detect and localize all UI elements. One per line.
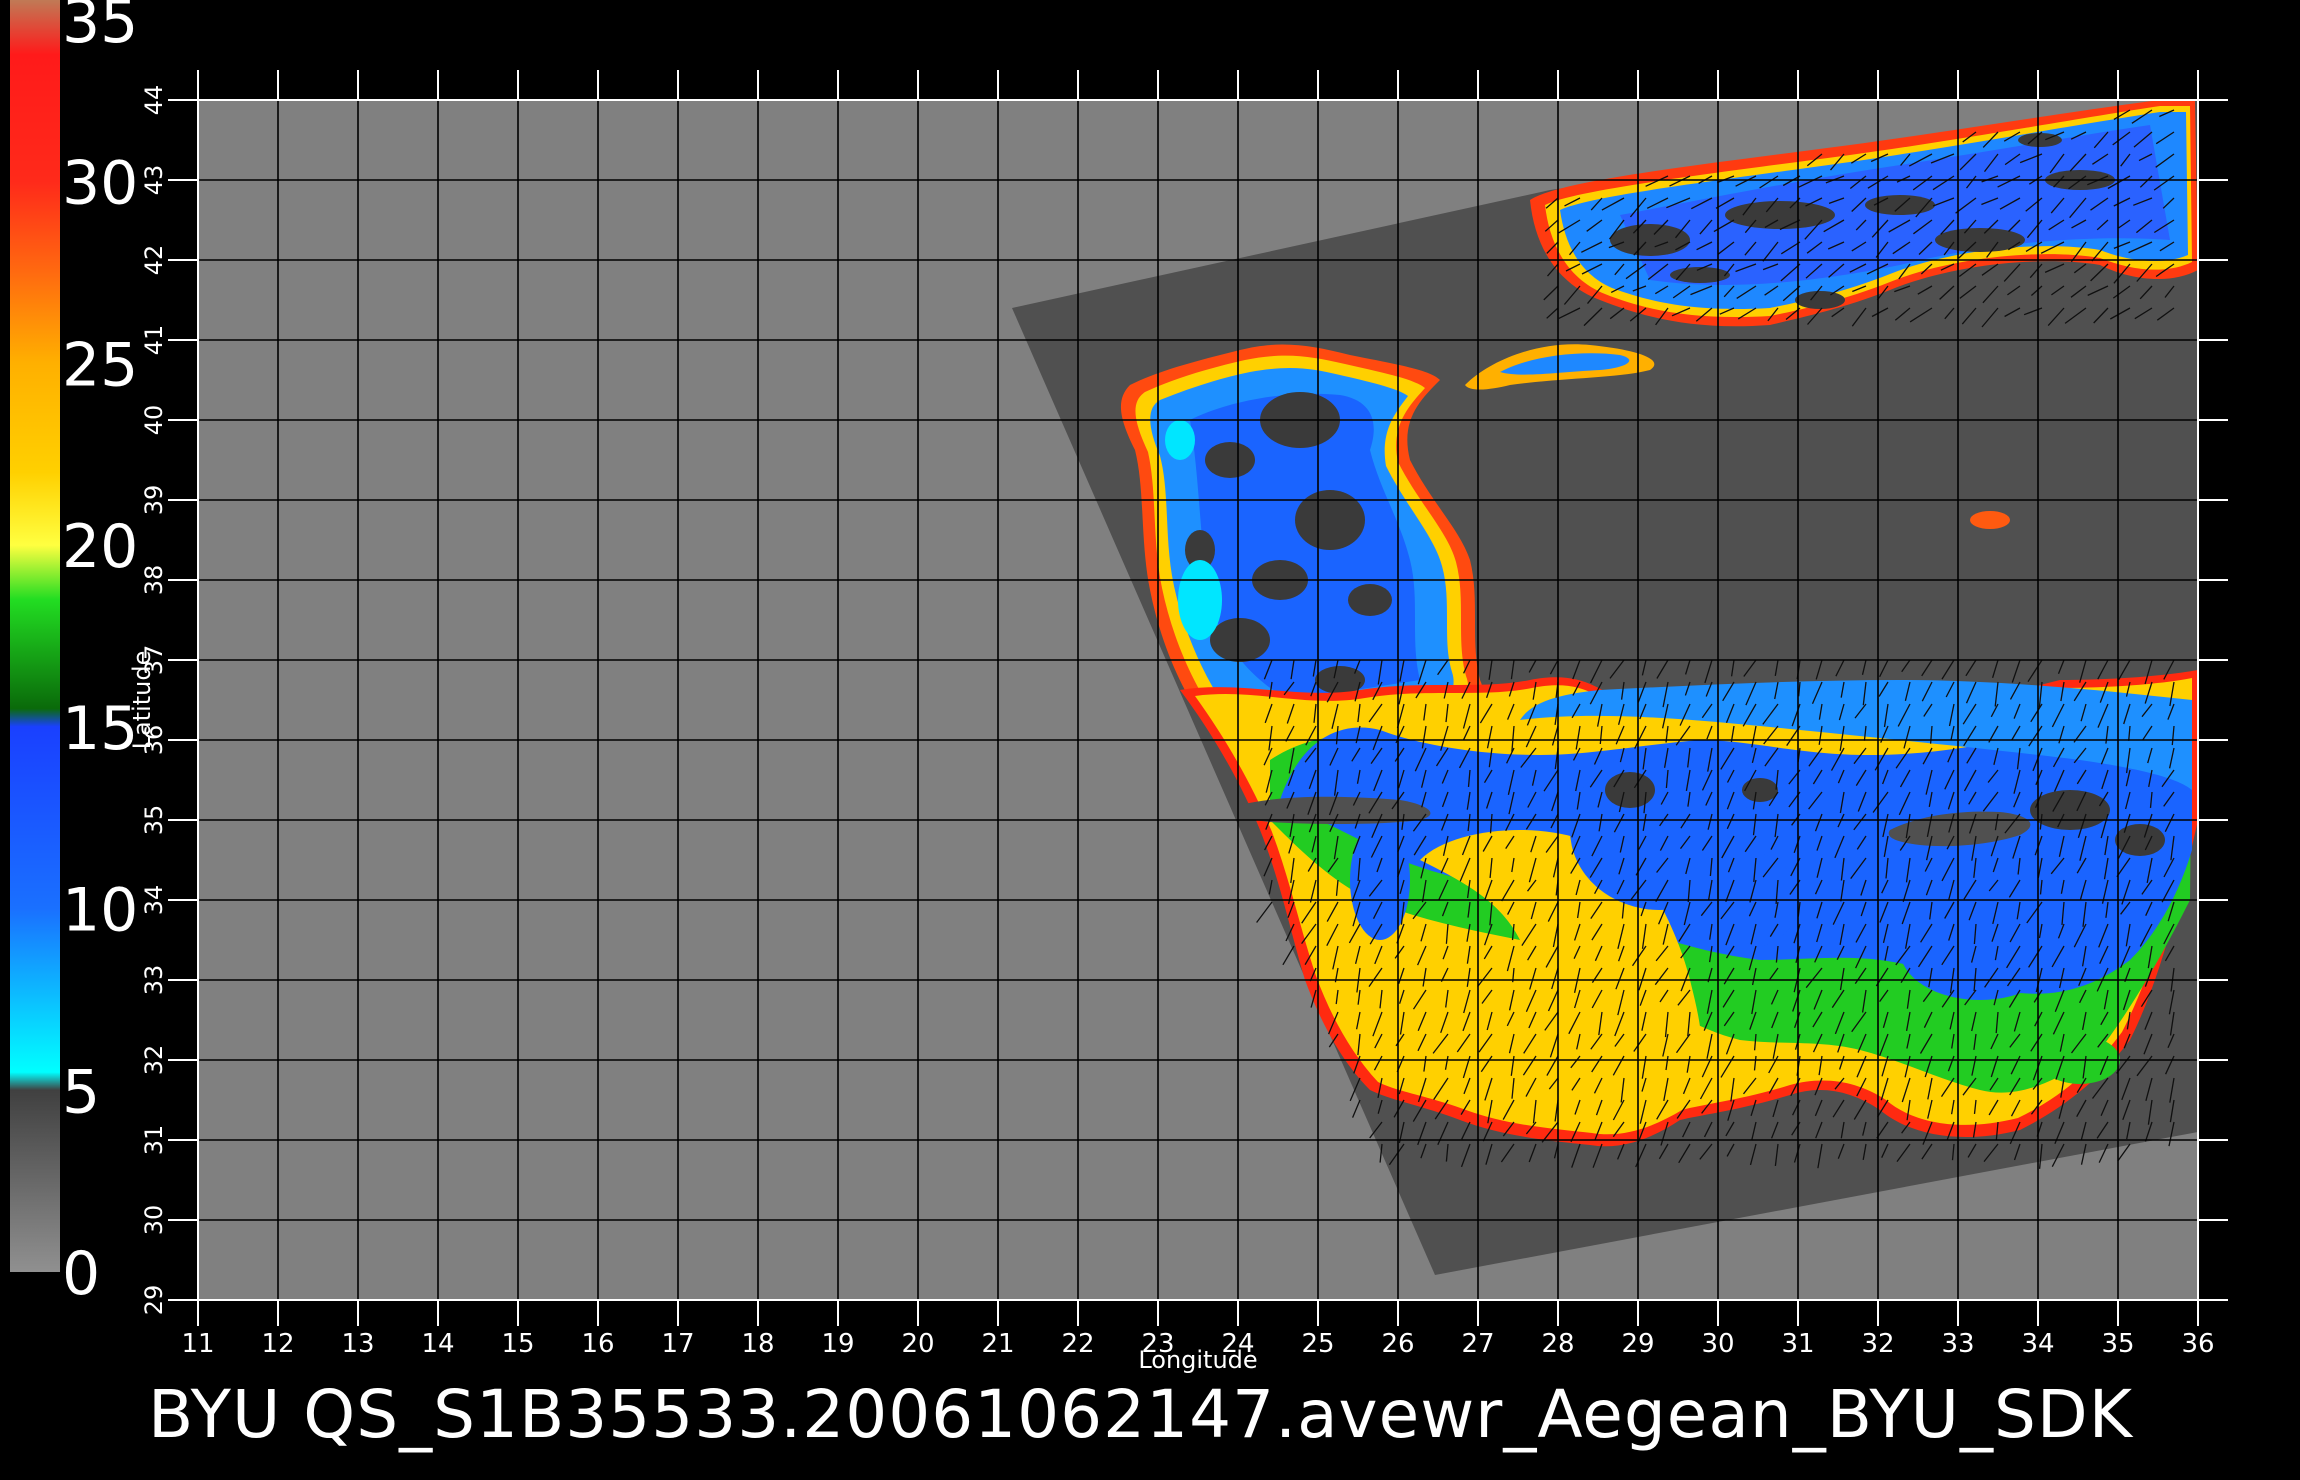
longitude-tick-label: 34 (2021, 1329, 2054, 1359)
latitude-tick-label: 30 (140, 1205, 168, 1236)
longitude-tick-label: 16 (581, 1329, 614, 1359)
latitude-tick-label: 43 (140, 165, 168, 196)
colorbar-label: 20 (62, 512, 138, 582)
colorbar-label: 15 (62, 694, 138, 764)
latitude-tick-label: 44 (140, 85, 168, 116)
colorbar-label: 10 (62, 876, 138, 946)
longitude-tick-label: 25 (1301, 1329, 1334, 1359)
latitude-tick-label: 32 (140, 1045, 168, 1076)
latitude-tick-label: 41 (140, 325, 168, 356)
latitude-tick-label: 31 (140, 1125, 168, 1156)
colorbar-labels: 35 30 25 20 15 10 5 0 (62, 0, 138, 1309)
longitude-tick-label: 13 (341, 1329, 374, 1359)
colorbar-label: 0 (62, 1239, 100, 1309)
longitude-tick-label: 30 (1701, 1329, 1734, 1359)
colorbar-gradient (10, 0, 60, 1272)
longitude-tick-label: 17 (661, 1329, 694, 1359)
longitude-tick-label: 19 (821, 1329, 854, 1359)
longitude-tick-label: 12 (261, 1329, 294, 1359)
longitude-tick-label: 32 (1861, 1329, 1894, 1359)
y-axis-label: Latitude (128, 651, 156, 750)
longitude-tick-label: 20 (901, 1329, 934, 1359)
figure-title: BYU QS_S1B35533.20061062147.avewr_Aegean… (148, 1376, 2133, 1453)
longitude-tick-label: 27 (1461, 1329, 1494, 1359)
latitude-tick-label: 29 (140, 1285, 168, 1316)
longitude-tick-label: 22 (1061, 1329, 1094, 1359)
latitude-tick-label: 35 (140, 805, 168, 836)
colorbar-label: 5 (62, 1057, 100, 1127)
latitude-tick-label: 39 (140, 485, 168, 516)
longitude-tick-label: 29 (1621, 1329, 1654, 1359)
longitude-tick-label: 11 (181, 1329, 214, 1359)
latitude-tick-label: 42 (140, 245, 168, 276)
colorbar-label: 25 (62, 330, 138, 400)
map-panel: 11 12 13 14 15 16 17 18 19 20 21 22 23 24 25 26 27 28 29 30… (128, 70, 2228, 1374)
longitude-tick-label: 14 (421, 1329, 454, 1359)
longitude-tick-label: 31 (1781, 1329, 1814, 1359)
colorbar-label: 35 (62, 0, 138, 57)
colorbar: 35 30 25 20 15 10 5 0 (10, 0, 138, 1309)
longitude-tick-label: 18 (741, 1329, 774, 1359)
colorbar-label: 30 (62, 149, 138, 219)
latitude-tick-label: 40 (140, 405, 168, 436)
latitude-tick-label: 34 (140, 885, 168, 916)
longitude-tick-label: 35 (2101, 1329, 2134, 1359)
longitude-tick-label: 33 (1941, 1329, 1974, 1359)
longitude-tick-label: 21 (981, 1329, 1014, 1359)
latitude-tick-label: 33 (140, 965, 168, 996)
longitude-tick-label: 26 (1381, 1329, 1414, 1359)
longitude-tick-label: 36 (2181, 1329, 2214, 1359)
wind-map-figure: 35 30 25 20 15 10 5 0 11 12 13 14 15 16 17 18 1… (10, 0, 2228, 1374)
longitude-tick-label: 28 (1541, 1329, 1574, 1359)
longitude-tick-label: 15 (501, 1329, 534, 1359)
latitude-tick-label: 38 (140, 565, 168, 596)
